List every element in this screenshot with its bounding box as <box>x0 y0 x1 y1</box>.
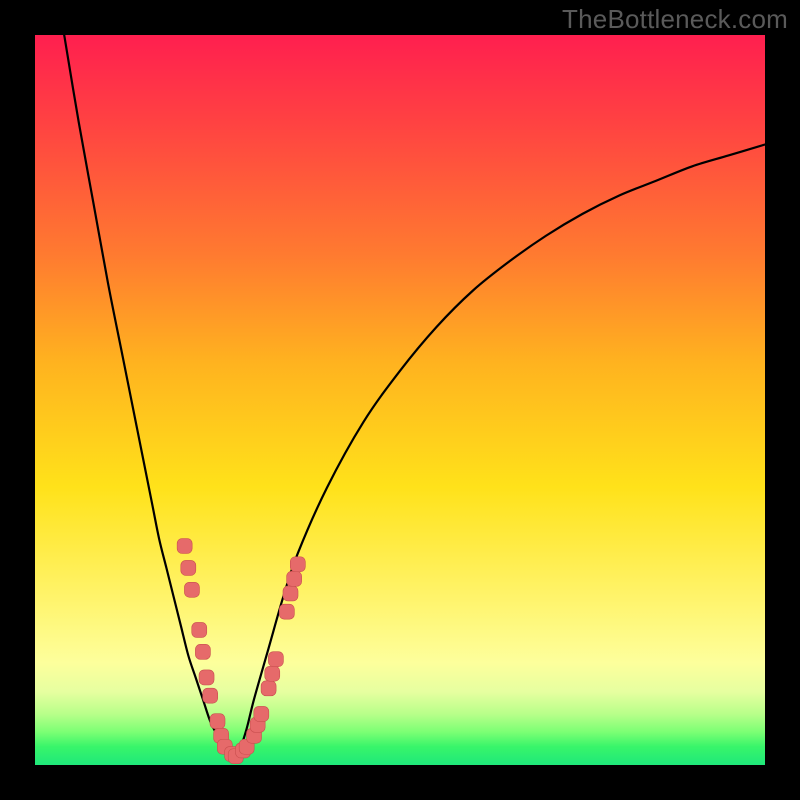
marker-point <box>203 688 218 703</box>
marker-point <box>177 539 192 554</box>
marker-point <box>184 582 199 597</box>
marker-point <box>287 571 302 586</box>
marker-point <box>290 557 305 572</box>
curve-svg <box>35 35 765 765</box>
marker-point <box>261 681 276 696</box>
marker-point <box>210 714 225 729</box>
watermark-text: TheBottleneck.com <box>562 4 788 35</box>
marker-point <box>195 644 210 659</box>
marker-point <box>199 670 214 685</box>
plot-area <box>35 35 765 765</box>
marker-point <box>192 622 207 637</box>
marker-point <box>283 586 298 601</box>
marker-point <box>181 560 196 575</box>
marker-point <box>265 666 280 681</box>
chart-frame: TheBottleneck.com <box>0 0 800 800</box>
marker-point <box>254 706 269 721</box>
marker-group <box>177 539 305 764</box>
marker-point <box>279 604 294 619</box>
right-branch-path <box>232 145 765 762</box>
marker-point <box>268 652 283 667</box>
